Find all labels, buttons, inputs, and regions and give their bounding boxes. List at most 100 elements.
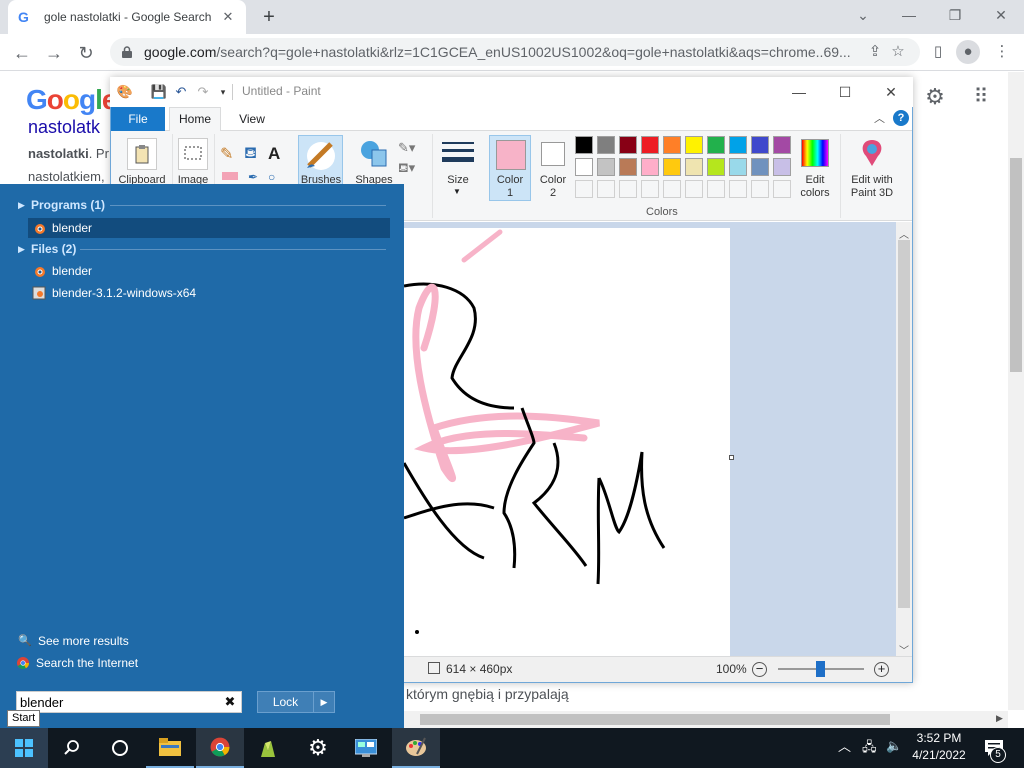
- palette-swatch[interactable]: [575, 136, 593, 154]
- page-vertical-scroll-thumb[interactable]: [1010, 158, 1022, 372]
- tab-search-icon[interactable]: ⌄: [840, 0, 886, 30]
- tab-home[interactable]: Home: [169, 107, 221, 132]
- canvas-resize-handle[interactable]: [729, 455, 734, 460]
- text-tool-icon[interactable]: A: [268, 144, 280, 164]
- tab-view[interactable]: View: [230, 107, 274, 131]
- programs-header[interactable]: Programs (1): [31, 198, 105, 212]
- taskbar-settings[interactable]: ⚙: [294, 728, 342, 768]
- custom-color-slot[interactable]: [729, 180, 747, 198]
- fill-icon[interactable]: ⛾▾: [398, 160, 415, 178]
- customize-toolbar-icon[interactable]: ▾: [214, 83, 232, 101]
- redo-icon[interactable]: ↷: [194, 83, 212, 101]
- tab-file[interactable]: File: [111, 107, 165, 131]
- start-search-input[interactable]: [20, 693, 220, 711]
- size-lines-icon[interactable]: [442, 140, 474, 168]
- shapes-button[interactable]: [358, 138, 392, 173]
- palette-swatch[interactable]: [641, 158, 659, 176]
- palette-swatch[interactable]: [751, 158, 769, 176]
- settings-gear-icon[interactable]: ⚙: [922, 84, 948, 110]
- zoom-in-button[interactable]: +: [874, 662, 889, 677]
- palette-swatch[interactable]: [663, 136, 681, 154]
- tray-overflow-icon[interactable]: ︿: [838, 736, 851, 755]
- program-item-blender[interactable]: blender: [28, 218, 390, 238]
- network-icon[interactable]: 🖧: [862, 738, 877, 760]
- scroll-right-arrow-icon[interactable]: ▶: [996, 713, 1003, 724]
- custom-color-slot[interactable]: [619, 180, 637, 198]
- custom-color-slot[interactable]: [685, 180, 703, 198]
- custom-color-slot[interactable]: [773, 180, 791, 198]
- cortana-button[interactable]: [96, 728, 144, 768]
- file-item-blender[interactable]: blender: [32, 264, 92, 278]
- palette-swatch[interactable]: [663, 158, 681, 176]
- custom-color-slot[interactable]: [751, 180, 769, 198]
- share-icon[interactable]: ⇪: [863, 40, 887, 64]
- palette-swatch[interactable]: [641, 136, 659, 154]
- palette-swatch[interactable]: [685, 158, 703, 176]
- zoom-slider-thumb[interactable]: [816, 661, 825, 677]
- paint-close-button[interactable]: ✕: [868, 78, 914, 106]
- help-icon[interactable]: ?: [893, 110, 909, 126]
- side-panel-icon[interactable]: ▯: [926, 40, 950, 64]
- clear-search-icon[interactable]: ✖: [222, 693, 238, 711]
- chrome-menu-icon[interactable]: ⋮: [990, 40, 1014, 64]
- palette-swatch[interactable]: [597, 136, 615, 154]
- new-tab-button[interactable]: +: [258, 6, 280, 28]
- taskbar-app-crystals[interactable]: [244, 728, 292, 768]
- file-item-blender-installer[interactable]: blender-3.1.2-windows-x64: [32, 286, 196, 300]
- power-options-arrow-icon[interactable]: ▶: [314, 692, 334, 712]
- fill-bucket-icon[interactable]: ⛾: [244, 144, 257, 164]
- taskbar-search-button[interactable]: [48, 728, 96, 768]
- eraser-icon[interactable]: [222, 172, 238, 180]
- outline-icon[interactable]: ✎▾: [398, 140, 415, 156]
- reload-icon[interactable]: ↻: [73, 40, 99, 66]
- expand-arrow-icon[interactable]: ▶: [18, 200, 25, 211]
- custom-color-slot[interactable]: [663, 180, 681, 198]
- back-icon[interactable]: ←: [9, 40, 35, 66]
- clock-time[interactable]: 3:52 PM: [912, 731, 966, 745]
- result-title-link[interactable]: nastolatk: [28, 117, 100, 138]
- taskbar-file-explorer[interactable]: [146, 728, 194, 768]
- size-dropdown-icon[interactable]: ▼: [453, 187, 461, 196]
- palette-swatch[interactable]: [707, 136, 725, 154]
- see-more-results-link[interactable]: 🔍 See more results: [18, 634, 129, 648]
- search-internet-link[interactable]: Search the Internet: [16, 656, 138, 670]
- page-horizontal-scroll-thumb[interactable]: [420, 714, 890, 725]
- paint-app-icon[interactable]: 🎨: [116, 83, 134, 101]
- palette-swatch[interactable]: [773, 158, 791, 176]
- volume-icon[interactable]: 🔈: [886, 738, 902, 754]
- taskbar-paint[interactable]: [392, 728, 440, 768]
- lock-button[interactable]: Lock ▶: [257, 691, 335, 713]
- color2-swatch[interactable]: [541, 142, 565, 166]
- color-picker-icon[interactable]: ✒: [248, 170, 258, 184]
- custom-color-slot[interactable]: [575, 180, 593, 198]
- close-window-button[interactable]: ✕: [978, 0, 1024, 30]
- google-logo[interactable]: Google: [26, 84, 117, 116]
- paint-maximize-button[interactable]: ☐: [822, 78, 868, 106]
- expand-arrow-icon[interactable]: ▶: [18, 244, 25, 255]
- palette-swatch[interactable]: [729, 136, 747, 154]
- pencil-icon[interactable]: ✎: [220, 144, 233, 164]
- palette-swatch[interactable]: [685, 136, 703, 154]
- canvas-vertical-scroll-thumb[interactable]: [898, 240, 910, 608]
- apps-grid-icon[interactable]: ⠿: [968, 84, 994, 110]
- magnifier-icon[interactable]: ○: [268, 170, 275, 184]
- address-bar[interactable]: google.com/search?q=gole+nastolatki&rlz=…: [110, 38, 920, 66]
- browser-tab[interactable]: G gole nastolatki - Google Search ✕: [8, 0, 246, 34]
- ribbon-collapse-icon[interactable]: ︿: [874, 110, 885, 126]
- scroll-up-arrow-icon[interactable]: ︿: [899, 226, 909, 241]
- palette-swatch[interactable]: [751, 136, 769, 154]
- drawing-canvas[interactable]: [402, 228, 730, 656]
- custom-color-slot[interactable]: [641, 180, 659, 198]
- palette-swatch[interactable]: [597, 158, 615, 176]
- bookmark-star-icon[interactable]: ☆: [886, 40, 910, 64]
- tab-close-icon[interactable]: ✕: [220, 9, 236, 25]
- zoom-out-button[interactable]: −: [752, 662, 767, 677]
- palette-swatch[interactable]: [575, 158, 593, 176]
- profile-avatar-icon[interactable]: ●: [956, 40, 980, 64]
- palette-swatch[interactable]: [619, 158, 637, 176]
- custom-color-slot[interactable]: [597, 180, 615, 198]
- paint-minimize-button[interactable]: —: [776, 78, 822, 106]
- palette-swatch[interactable]: [619, 136, 637, 154]
- undo-icon[interactable]: ↶: [172, 83, 190, 101]
- palette-swatch[interactable]: [707, 158, 725, 176]
